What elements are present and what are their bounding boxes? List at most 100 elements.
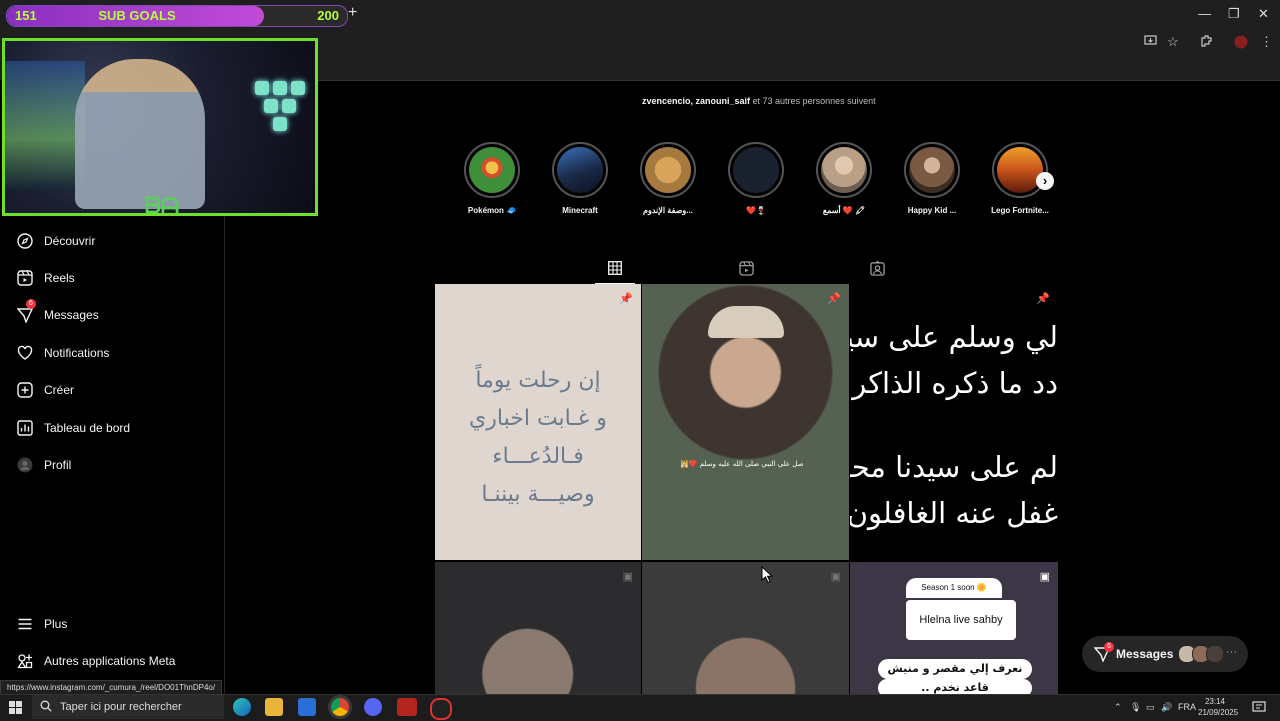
sidebar-item-plus[interactable]: Plus (16, 612, 67, 636)
obs-icon[interactable] (430, 698, 452, 720)
sidebar-item-label: Plus (44, 617, 68, 631)
story-highlight[interactable]: Minecraft (550, 142, 610, 215)
close-button[interactable]: ✕ (1258, 6, 1269, 22)
tagged-icon[interactable] (869, 260, 885, 276)
sidebar-item-label: Créer (44, 383, 75, 397)
volume-icon[interactable]: 🔊 (1161, 702, 1172, 713)
webcam-light (5, 61, 85, 191)
taskbar-search-input[interactable]: Taper ici pour rechercher (32, 695, 224, 719)
sidebar-item-label: Découvrir (44, 234, 96, 248)
recent-chat-avatars (1178, 645, 1224, 663)
grid-icon[interactable] (607, 260, 623, 276)
highlight-label: Minecraft (562, 206, 598, 215)
post-caption: صل على النبي صلى الله عليه وسلم ❤️🕌 (680, 460, 804, 468)
story-highlight[interactable]: ❤️🍷 (726, 142, 786, 215)
sub-goal-title: SUB GOALS (98, 8, 176, 23)
post-tile[interactable]: 📌 لي وسلم على سيد دد ما ذكره الذاكرو لم … (850, 284, 1058, 560)
post-text: لم على سيدنا محم غفل عنه الغافلون (850, 450, 1058, 530)
minimize-button[interactable]: — (1198, 6, 1211, 21)
highlights-next-button[interactable]: › (1036, 172, 1054, 190)
hex-light (264, 99, 278, 113)
clock-time: 23:14 (1204, 697, 1226, 706)
discord-icon[interactable] (364, 698, 382, 716)
compass-icon (16, 232, 34, 250)
search-placeholder: Taper ici pour rechercher (60, 701, 182, 713)
post-tile[interactable]: ▣ (435, 562, 641, 694)
hex-light (291, 81, 305, 95)
post-text: إن رحلت يوماً و غـابت اخباري فـالدُعـــا… (469, 368, 607, 507)
app-icon[interactable] (397, 698, 417, 716)
sidebar-item-label: Profil (44, 458, 72, 472)
profile-avatar[interactable] (1234, 35, 1248, 52)
file-explorer-icon[interactable] (265, 698, 283, 716)
reel-icon: ▣ (622, 571, 633, 583)
reels-icon (16, 269, 34, 287)
sidebar-item-decouvrir[interactable]: Découvrir (16, 229, 95, 253)
hex-light (282, 99, 296, 113)
notifications-center-icon[interactable] (1252, 700, 1266, 719)
restore-button[interactable]: ❐ (1228, 6, 1240, 22)
mouse-cursor (761, 565, 774, 589)
highlight-cover (909, 147, 955, 193)
followed-by-users[interactable]: zvencencio, zanouni_saif (642, 96, 750, 106)
sidebar-item-creer[interactable]: Créer (16, 378, 74, 402)
sidebar-item-label: Messages (44, 308, 99, 322)
highlight-label: Happy Kid ... (907, 206, 957, 215)
pin-icon: 📌 (827, 293, 841, 305)
more-icon: ··· (1226, 646, 1237, 658)
story-highlight[interactable]: Happy Kid ... (902, 142, 962, 215)
streamer-logo: ᗷᗩ (145, 193, 180, 216)
avatar (1206, 645, 1224, 663)
sidebar-item-reels[interactable]: Reels (16, 266, 75, 290)
sub-goal-bar: 151 SUB GOALS 200 (6, 5, 348, 27)
sidebar-item-notifications[interactable]: Notifications (16, 341, 109, 365)
dashboard-icon (16, 419, 34, 437)
followed-by-text[interactable]: zvencencio, zanouni_saif et 73 autres pe… (642, 96, 876, 106)
post-text: لي وسلم على سيد دد ما ذكره الذاكرو (850, 320, 1058, 400)
sidebar-item-profil[interactable]: Profil (16, 453, 71, 477)
story-highlight[interactable]: وصفة الإندوم... (638, 142, 698, 215)
tray-chevron-icon[interactable]: ⌃ (1114, 702, 1122, 713)
hex-light (273, 81, 287, 95)
messages-badge: 6 (26, 299, 36, 309)
floating-messages-button[interactable]: 6 Messages ··· (1082, 636, 1248, 672)
extensions-icon[interactable] (1200, 34, 1213, 50)
bookmark-star-icon[interactable]: ☆ (1167, 34, 1179, 50)
hex-light (255, 81, 269, 95)
language-indicator[interactable]: FRA (1178, 702, 1196, 712)
microphone-icon[interactable]: 🎙 (1130, 702, 1141, 713)
sidebar-item-autres-applications-meta[interactable]: Autres applications Meta (16, 649, 175, 673)
story-highlight[interactable]: Pokémon 🧢 (462, 142, 522, 215)
story-highlight[interactable]: أسمع ❤️ 🖍 (814, 142, 874, 215)
highlight-cover (997, 147, 1043, 193)
edge-icon[interactable] (233, 698, 251, 716)
browser-menu-icon[interactable]: ⋮ (1260, 34, 1273, 50)
sidebar-item-messages[interactable]: 6 Messages (16, 299, 99, 327)
chrome-icon[interactable] (331, 698, 349, 716)
post-tile[interactable]: 📌 إن رحلت يوماً و غـابت اخباري فـالدُعــ… (435, 284, 641, 560)
highlight-cover (557, 147, 603, 193)
taskbar-clock[interactable]: 23:14 21/09/2025 (1198, 696, 1238, 718)
post-tile[interactable]: ▣ Season 1 soon 🌼 Hlelna live sahby نعرف… (850, 562, 1058, 694)
new-tab-button[interactable]: + (348, 4, 357, 22)
highlight-cover (821, 147, 867, 193)
webcam-overlay: ᗷᗩ (2, 38, 318, 216)
windows-start-icon[interactable] (9, 701, 22, 719)
store-icon[interactable] (298, 698, 316, 716)
highlight-label: Pokémon 🧢 (467, 206, 517, 215)
plus-square-icon (16, 381, 34, 399)
sidebar-item-tableau-de-bord[interactable]: Tableau de bord (16, 416, 130, 440)
install-app-icon[interactable] (1144, 34, 1157, 50)
menu-icon (16, 615, 34, 633)
hex-light (273, 117, 287, 131)
post-tile[interactable]: 📌 صل على النبي صلى الله عليه وسلم ❤️🕌 (642, 284, 849, 560)
post-tile[interactable]: ▣ (642, 562, 849, 694)
sidebar-item-label: Tableau de bord (44, 421, 131, 435)
sidebar-item-label: Autres applications Meta (44, 654, 176, 668)
floating-messages-label: Messages (1116, 647, 1174, 661)
reels-tab-icon[interactable] (738, 260, 754, 276)
pin-icon: 📌 (1036, 293, 1050, 305)
network-icon[interactable]: ▭ (1146, 702, 1155, 713)
season-label: Season 1 soon 🌼 (906, 578, 1002, 598)
messages-badge: 6 (1104, 642, 1114, 652)
